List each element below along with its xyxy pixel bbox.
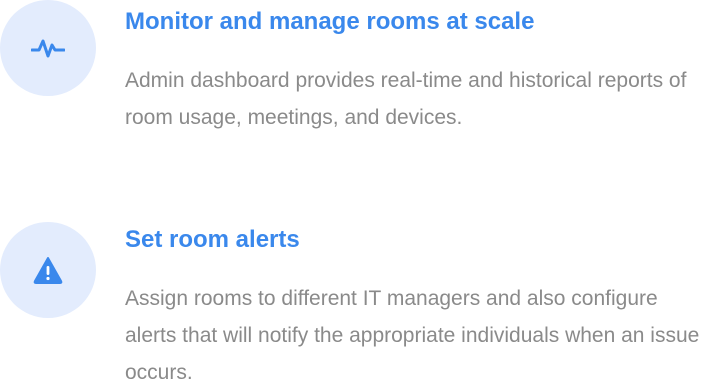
icon-badge [0, 222, 96, 318]
feature-title: Set room alerts [125, 226, 300, 253]
feature-title: Monitor and manage rooms at scale [125, 8, 535, 35]
activity-pulse-icon [31, 37, 65, 59]
feature-description: Assign rooms to different IT managers an… [125, 287, 700, 384]
warning-triangle-icon [33, 256, 63, 284]
feature-description: Admin dashboard provides real-time and h… [125, 69, 687, 129]
icon-badge [0, 0, 96, 96]
